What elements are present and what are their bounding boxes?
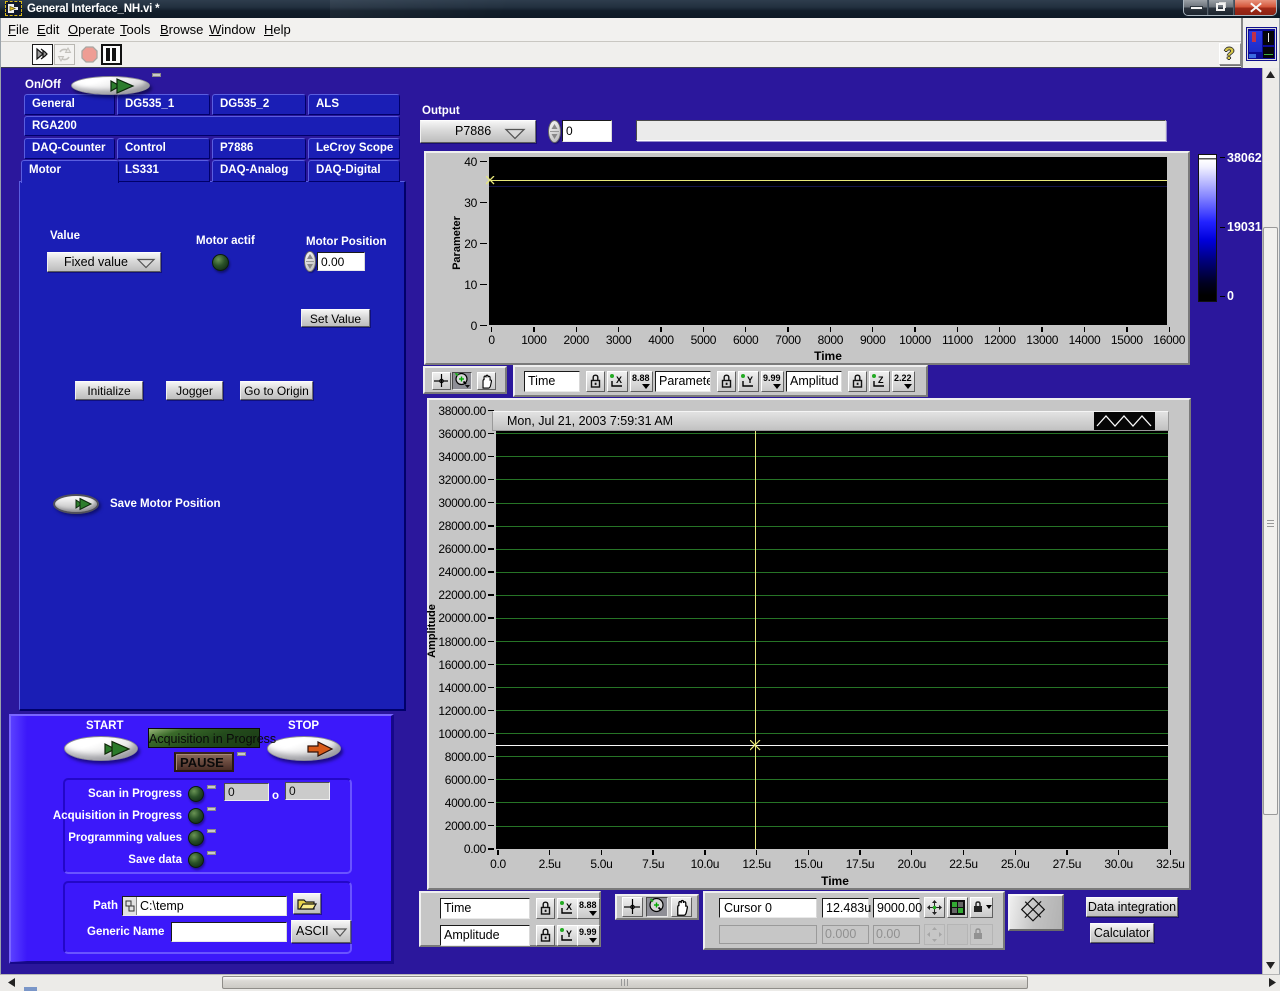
svg-text:Y: Y <box>566 929 572 939</box>
svg-text:X: X <box>566 902 572 912</box>
svg-text:X: X <box>616 375 622 385</box>
svg-text:Y: Y <box>747 375 753 385</box>
svg-text:Z: Z <box>878 375 884 385</box>
